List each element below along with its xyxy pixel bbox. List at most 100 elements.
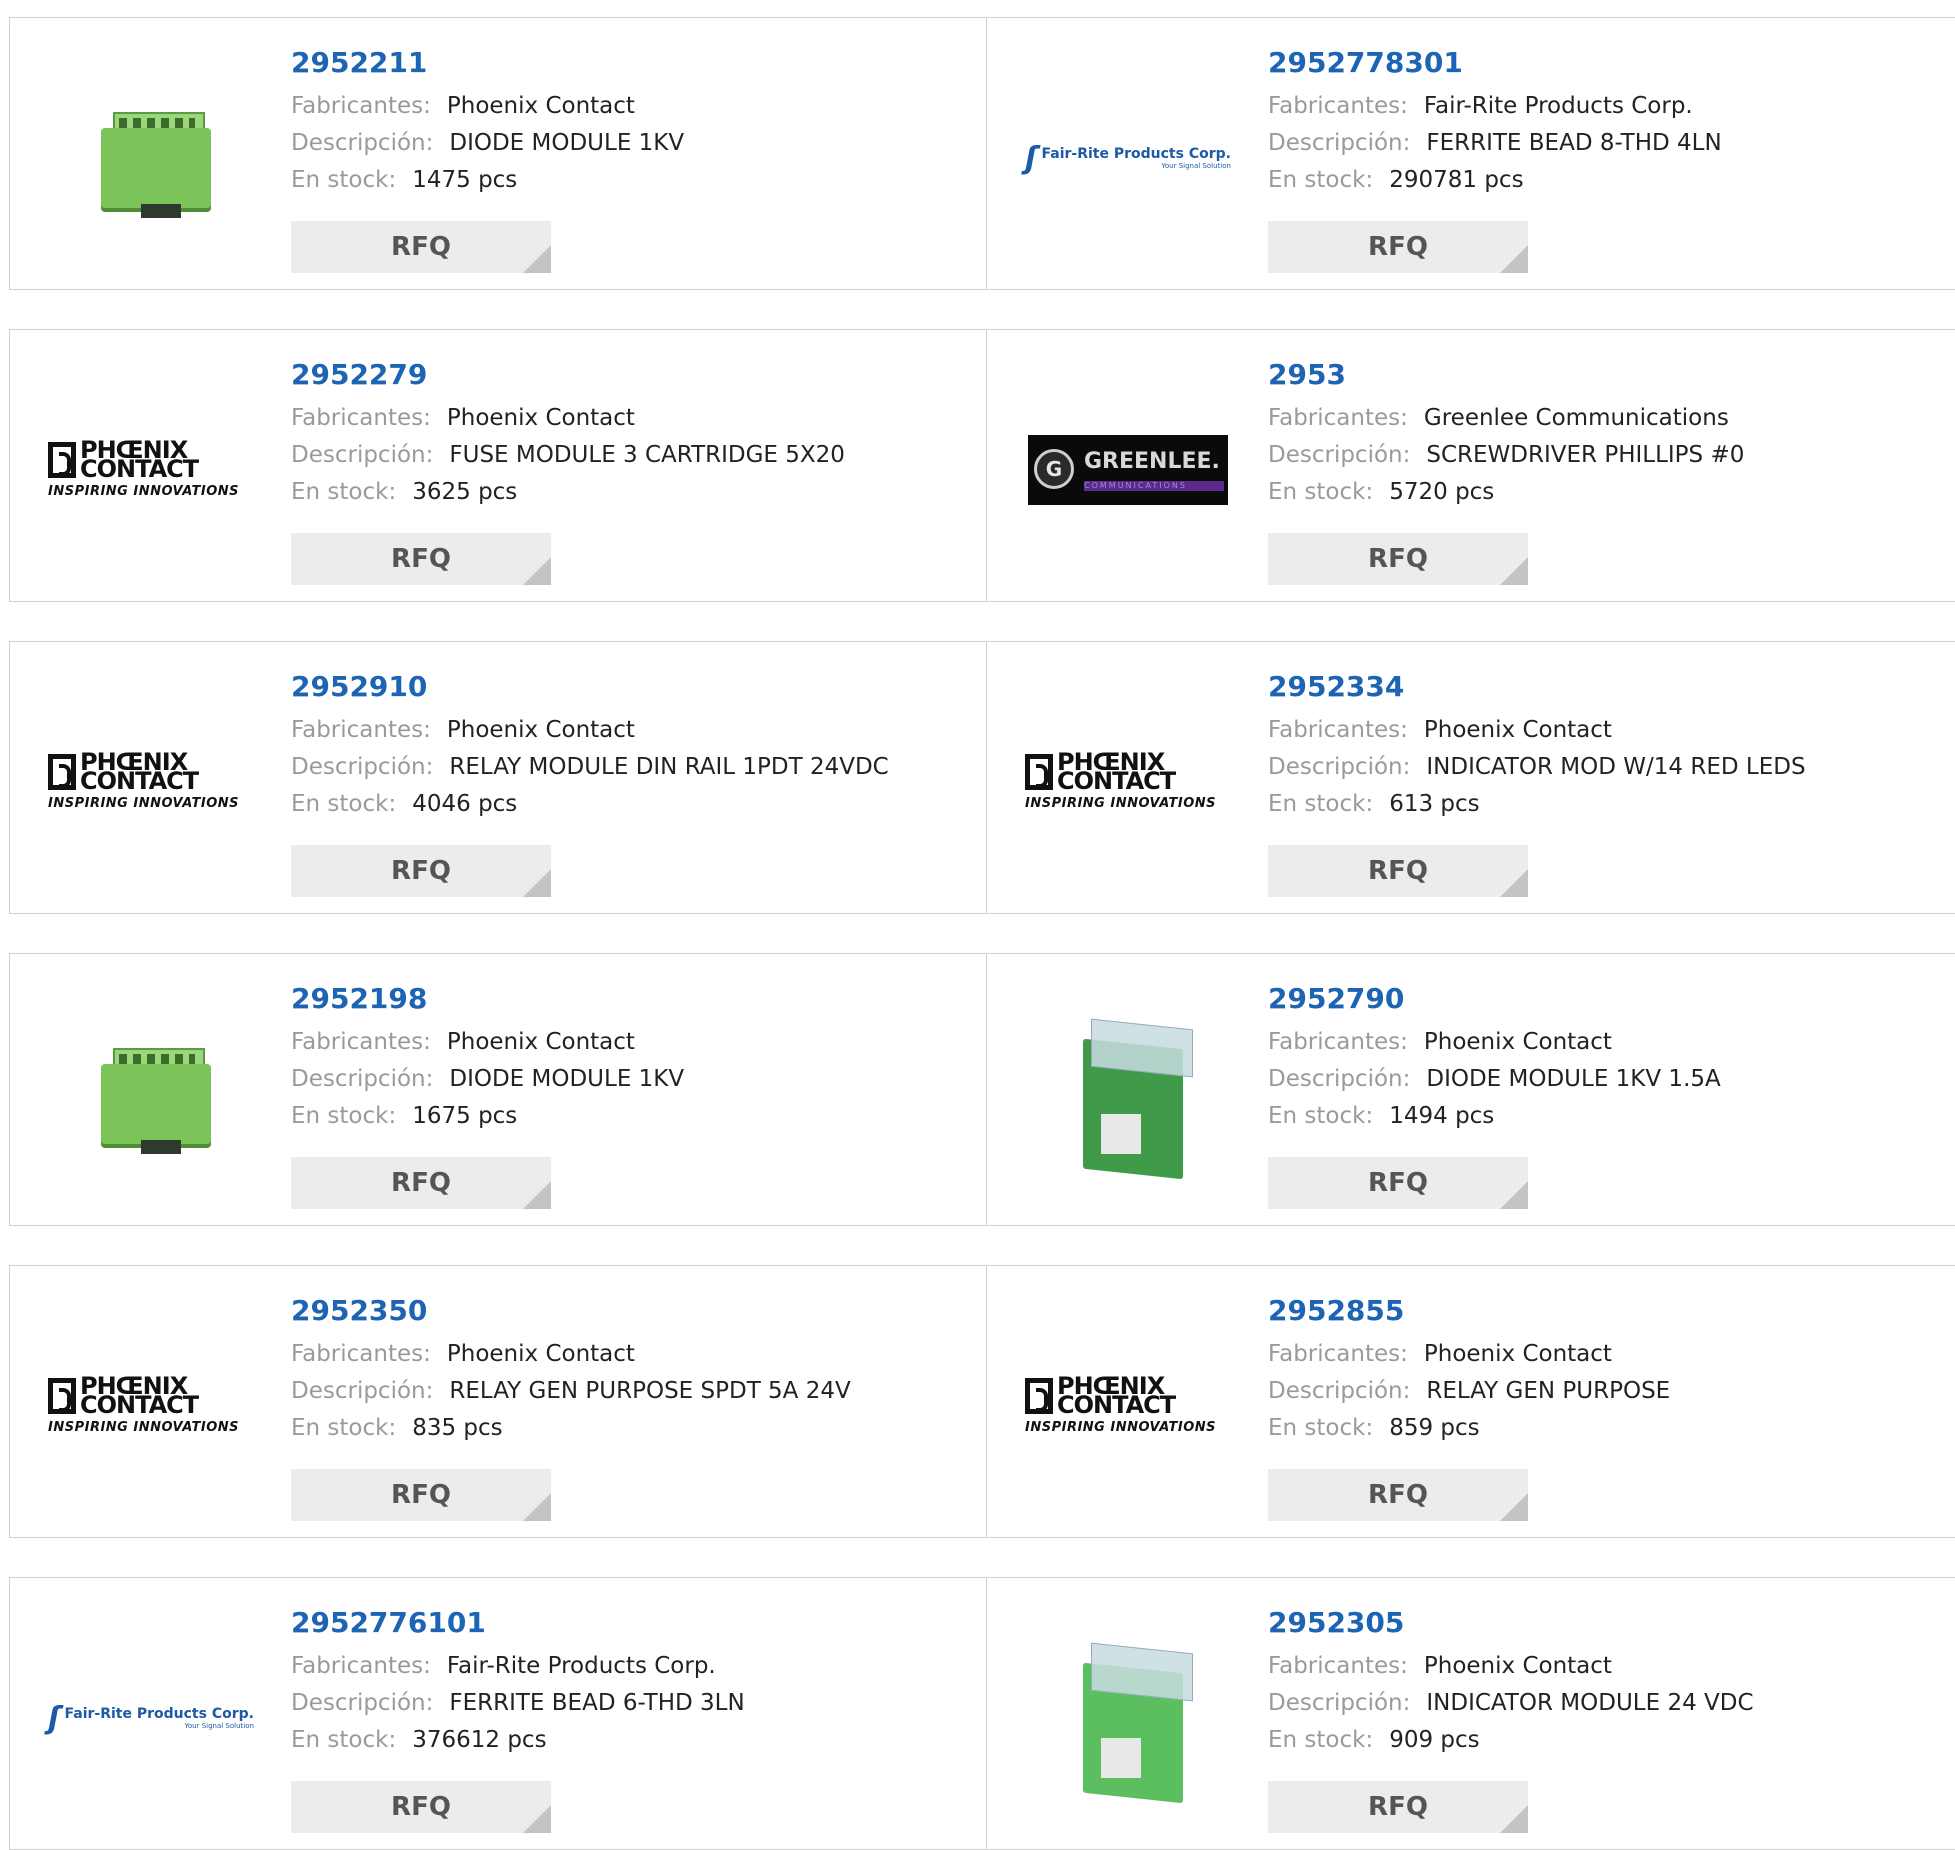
- manufacturer-value: Fair-Rite Products Corp.: [1423, 93, 1693, 119]
- rfq-button[interactable]: RFQ: [1268, 1781, 1528, 1833]
- rfq-button[interactable]: RFQ: [1268, 221, 1528, 273]
- rfq-button-label: RFQ: [391, 544, 451, 574]
- product-image[interactable]: ʃ Fair-Rite Products Corp. Your Signal Sol…: [48, 1618, 254, 1818]
- manufacturer-label: Fabricantes:: [1268, 405, 1408, 431]
- part-number-link[interactable]: 2952305: [1268, 1606, 1938, 1640]
- product-image[interactable]: PHŒNIX CONTACT INSPIRING INNOVATIONS: [48, 1306, 254, 1506]
- manufacturer-row: Fabricantes: Phoenix Contact: [1268, 712, 1938, 749]
- product-image[interactable]: PHŒNIX CONTACT INSPIRING INNOVATIONS: [48, 370, 254, 570]
- phoenix-contact-logo: PHŒNIX CONTACT INSPIRING INNOVATIONS: [1025, 750, 1231, 811]
- stock-row: En stock: 5720 pcs: [1268, 474, 1938, 511]
- product-info: 2952778301 Fabricantes: Fair-Rite Products…: [1268, 46, 1938, 199]
- stock-value: 1475 pcs: [412, 167, 518, 193]
- rfq-button[interactable]: RFQ: [291, 221, 551, 273]
- description-row: Descripción: INDICATOR MOD W/14 RED LEDS: [1268, 749, 1938, 786]
- stock-value: 290781 pcs: [1389, 167, 1524, 193]
- description-row: Descripción: FUSE MODULE 3 CARTRIDGE 5X20: [291, 437, 961, 474]
- product-image[interactable]: PHŒNIX CONTACT INSPIRING INNOVATIONS: [1025, 1306, 1231, 1506]
- rfq-corner-decoration: [523, 1493, 551, 1521]
- stock-label: En stock:: [291, 1415, 397, 1441]
- part-number-link[interactable]: 2952910: [291, 670, 961, 704]
- rfq-button[interactable]: RFQ: [291, 845, 551, 897]
- description-value: FERRITE BEAD 8-THD 4LN: [1426, 130, 1722, 156]
- rfq-button-label: RFQ: [1368, 1792, 1428, 1822]
- product-info: 2953 Fabricantes: Greenlee Communications D…: [1268, 358, 1938, 511]
- phoenix-logo-word-2: CONTACT: [1057, 1391, 1176, 1419]
- product-card: ʃ Fair-Rite Products Corp. Your Signal Sol…: [987, 17, 1955, 290]
- part-number-link[interactable]: 2952776101: [291, 1606, 961, 1640]
- fair-rite-swoosh-icon: ʃ: [1025, 140, 1038, 176]
- manufacturer-label: Fabricantes:: [1268, 1341, 1408, 1367]
- description-row: Descripción: RELAY MODULE DIN RAIL 1PDT 2…: [291, 749, 961, 786]
- phoenix-logo-mark: PHŒNIX CONTACT: [1025, 750, 1231, 793]
- rfq-button[interactable]: RFQ: [291, 533, 551, 585]
- rfq-button-label: RFQ: [391, 232, 451, 262]
- rfq-button[interactable]: RFQ: [291, 1157, 551, 1209]
- manufacturer-label: Fabricantes:: [1268, 1653, 1408, 1679]
- manufacturer-label: Fabricantes:: [1268, 1029, 1408, 1055]
- product-image[interactable]: G GREENLEE. COMMUNICATIONS: [1025, 370, 1231, 570]
- part-number-link[interactable]: 2952350: [291, 1294, 961, 1328]
- part-number-link[interactable]: 2953: [1268, 358, 1938, 392]
- greenlee-logo-name: GREENLEE.: [1084, 449, 1220, 474]
- tall-module-picture: [1053, 1628, 1203, 1808]
- stock-value: 859 pcs: [1389, 1415, 1480, 1441]
- product-image[interactable]: [48, 58, 254, 258]
- product-image[interactable]: [48, 994, 254, 1194]
- green-module-picture: [81, 1034, 221, 1154]
- manufacturer-label: Fabricantes:: [291, 93, 431, 119]
- description-row: Descripción: DIODE MODULE 1KV: [291, 1061, 961, 1098]
- part-number-link[interactable]: 2952279: [291, 358, 961, 392]
- description-label: Descripción:: [1268, 1690, 1411, 1716]
- part-number-link[interactable]: 2952211: [291, 46, 961, 80]
- stock-label: En stock:: [1268, 1103, 1374, 1129]
- rfq-corner-decoration: [1500, 557, 1528, 585]
- description-label: Descripción:: [1268, 754, 1411, 780]
- rfq-corner-decoration: [523, 557, 551, 585]
- rfq-button[interactable]: RFQ: [291, 1469, 551, 1521]
- rfq-button[interactable]: RFQ: [1268, 533, 1528, 585]
- stock-label: En stock:: [291, 791, 397, 817]
- product-card: G GREENLEE. COMMUNICATIONS 2953 Fabricantes:…: [987, 329, 1955, 602]
- stock-row: En stock: 3625 pcs: [291, 474, 961, 511]
- product-info: 2952776101 Fabricantes: Fair-Rite Products…: [291, 1606, 961, 1759]
- product-image[interactable]: [1025, 1618, 1231, 1818]
- product-image[interactable]: ʃ Fair-Rite Products Corp. Your Signal Sol…: [1025, 58, 1231, 258]
- product-row: 2952198 Fabricantes: Phoenix Contact Descri…: [9, 953, 1955, 1226]
- description-label: Descripción:: [1268, 1066, 1411, 1092]
- module-part: [141, 204, 181, 218]
- fair-rite-logo-name: Fair-Rite Products Corp.: [64, 1706, 254, 1722]
- stock-label: En stock:: [291, 1727, 397, 1753]
- product-image[interactable]: PHŒNIX CONTACT INSPIRING INNOVATIONS: [48, 682, 254, 882]
- part-number-link[interactable]: 2952334: [1268, 670, 1938, 704]
- description-row: Descripción: DIODE MODULE 1KV 1.5A: [1268, 1061, 1938, 1098]
- phoenix-logo-square: [1025, 754, 1053, 790]
- product-card: 2952198 Fabricantes: Phoenix Contact Descri…: [9, 953, 987, 1226]
- stock-label: En stock:: [291, 167, 397, 193]
- rfq-button[interactable]: RFQ: [1268, 1157, 1528, 1209]
- rfq-button[interactable]: RFQ: [1268, 845, 1528, 897]
- phoenix-logo-tagline: INSPIRING INNOVATIONS: [1025, 1420, 1217, 1435]
- greenlee-logo: G GREENLEE. COMMUNICATIONS: [1028, 435, 1228, 505]
- stock-value: 5720 pcs: [1389, 479, 1495, 505]
- stock-row: En stock: 4046 pcs: [291, 786, 961, 823]
- module-label: [1101, 1114, 1141, 1154]
- product-image[interactable]: PHŒNIX CONTACT INSPIRING INNOVATIONS: [1025, 682, 1231, 882]
- part-number-link[interactable]: 2952855: [1268, 1294, 1938, 1328]
- description-row: Descripción: FERRITE BEAD 8-THD 4LN: [1268, 125, 1938, 162]
- phoenix-contact-logo: PHŒNIX CONTACT INSPIRING INNOVATIONS: [48, 438, 254, 499]
- product-info: 2952305 Fabricantes: Phoenix Contact Descri…: [1268, 1606, 1938, 1759]
- stock-label: En stock:: [1268, 1415, 1374, 1441]
- description-value: INDICATOR MOD W/14 RED LEDS: [1426, 754, 1806, 780]
- module-part: [119, 118, 195, 128]
- rfq-button-label: RFQ: [1368, 544, 1428, 574]
- rfq-button[interactable]: RFQ: [291, 1781, 551, 1833]
- rfq-button[interactable]: RFQ: [1268, 1469, 1528, 1521]
- product-image[interactable]: [1025, 994, 1231, 1194]
- part-number-link[interactable]: 2952778301: [1268, 46, 1938, 80]
- phoenix-contact-logo: PHŒNIX CONTACT INSPIRING INNOVATIONS: [48, 750, 254, 811]
- stock-value: 1675 pcs: [412, 1103, 518, 1129]
- part-number-link[interactable]: 2952790: [1268, 982, 1938, 1016]
- part-number-link[interactable]: 2952198: [291, 982, 961, 1016]
- stock-value: 835 pcs: [412, 1415, 503, 1441]
